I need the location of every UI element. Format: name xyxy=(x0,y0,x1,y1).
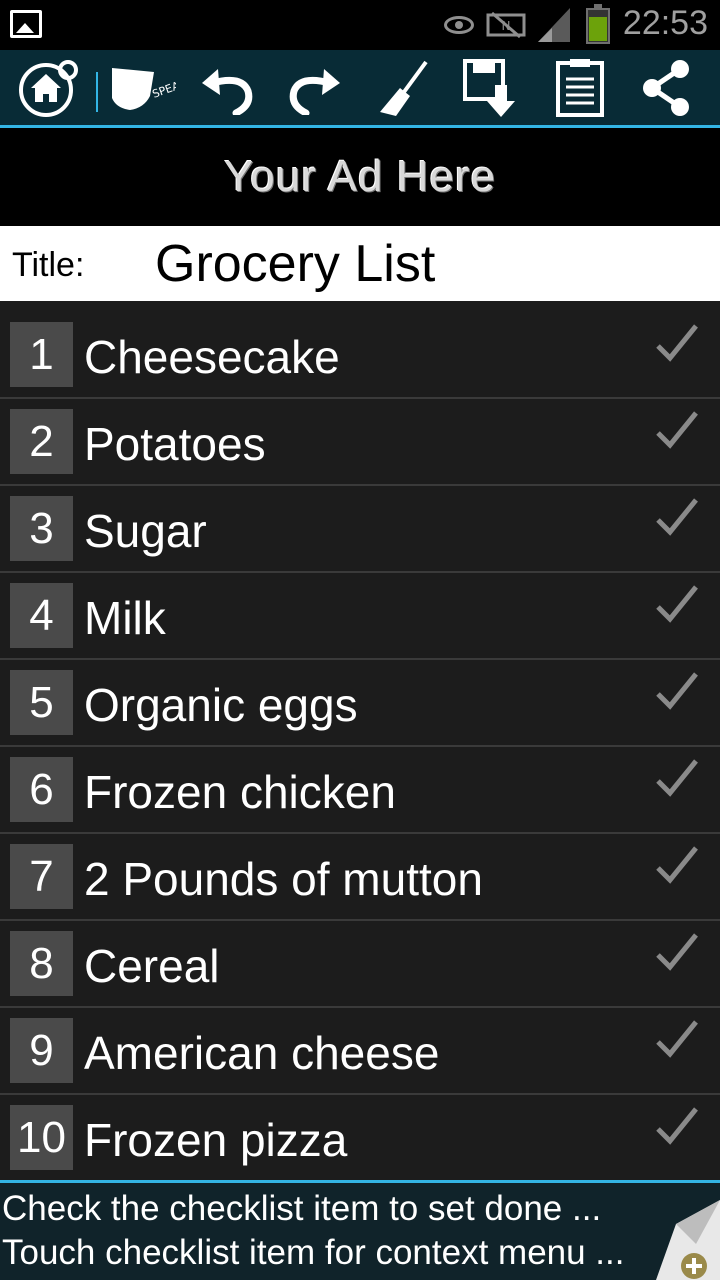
share-icon[interactable] xyxy=(634,56,698,120)
list-item[interactable]: 1 Cheesecake xyxy=(0,312,720,399)
title-label: Title: xyxy=(12,246,85,284)
ad-text: Your Ad Here xyxy=(223,152,497,201)
item-text: Cereal xyxy=(84,940,220,992)
svg-text:N: N xyxy=(502,19,511,33)
item-text: Organic eggs xyxy=(84,679,358,731)
item-text: Potatoes xyxy=(84,418,266,470)
item-number: 5 xyxy=(10,670,73,735)
list-item[interactable]: 2 Potatoes xyxy=(0,399,720,486)
item-text: 2 Pounds of mutton xyxy=(84,853,483,905)
checkmark-icon[interactable] xyxy=(654,842,700,888)
item-number: 4 xyxy=(10,583,73,648)
item-number: 3 xyxy=(10,496,73,561)
checkmark-icon[interactable] xyxy=(654,320,700,366)
list-item[interactable]: 8 Cereal xyxy=(0,921,720,1008)
item-text: Sugar xyxy=(84,505,207,557)
title-row: Title: Grocery List xyxy=(0,226,720,301)
save-icon[interactable] xyxy=(458,56,522,120)
speak-icon[interactable]: SPEAK xyxy=(104,56,176,120)
redo-icon[interactable] xyxy=(282,56,346,120)
checklist: 1 Cheesecake 2 Potatoes 3 Sugar 4 Milk 5… xyxy=(0,312,720,1182)
ad-banner[interactable]: Your Ad Here xyxy=(0,128,720,226)
list-item[interactable]: 3 Sugar xyxy=(0,486,720,573)
add-item-icon[interactable] xyxy=(656,1194,720,1280)
nfc-icon: N xyxy=(486,11,526,39)
clipboard-icon[interactable] xyxy=(548,56,612,120)
status-bar: N 22:53 xyxy=(0,0,720,50)
clock: 22:53 xyxy=(622,4,708,42)
list-item[interactable]: 6 Frozen chicken xyxy=(0,747,720,834)
clear-broom-icon[interactable] xyxy=(372,56,436,120)
item-text: Milk xyxy=(84,592,166,644)
smart-stay-eye-icon xyxy=(444,16,474,34)
item-number: 2 xyxy=(10,409,73,474)
item-number: 10 xyxy=(10,1105,73,1170)
undo-icon[interactable] xyxy=(196,56,260,120)
item-text: American cheese xyxy=(84,1027,440,1079)
hint-line-1: Check the checklist item to set done ... xyxy=(2,1189,602,1228)
list-item[interactable]: 10 Frozen pizza xyxy=(0,1095,720,1182)
checkmark-icon[interactable] xyxy=(654,1016,700,1062)
item-text: Frozen chicken xyxy=(84,766,396,818)
hint-footer: Check the checklist item to set done ...… xyxy=(0,1180,720,1280)
list-item[interactable]: 9 American cheese xyxy=(0,1008,720,1095)
hint-line-2: Touch checklist item for context menu ..… xyxy=(2,1233,625,1272)
toolbar-separator xyxy=(96,72,98,112)
checkmark-icon[interactable] xyxy=(654,1103,700,1149)
checkmark-icon[interactable] xyxy=(654,755,700,801)
gallery-icon xyxy=(10,10,42,38)
item-number: 1 xyxy=(10,322,73,387)
signal-icon xyxy=(538,8,570,42)
item-number: 9 xyxy=(10,1018,73,1083)
checkmark-icon[interactable] xyxy=(654,407,700,453)
checkmark-icon[interactable] xyxy=(654,929,700,975)
item-number: 7 xyxy=(10,844,73,909)
item-number: 8 xyxy=(10,931,73,996)
toolbar: SPEAK xyxy=(0,50,720,128)
item-number: 6 xyxy=(10,757,73,822)
checkmark-icon[interactable] xyxy=(654,668,700,714)
speak-label: SPEAK xyxy=(151,76,176,101)
item-text: Frozen pizza xyxy=(84,1114,348,1166)
item-text: Cheesecake xyxy=(84,331,340,383)
list-item[interactable]: 4 Milk xyxy=(0,573,720,660)
list-item[interactable]: 5 Organic eggs xyxy=(0,660,720,747)
title-field[interactable]: Grocery List xyxy=(155,234,435,294)
checkmark-icon[interactable] xyxy=(654,494,700,540)
battery-icon xyxy=(586,4,610,44)
home-icon[interactable] xyxy=(16,56,80,120)
checkmark-icon[interactable] xyxy=(654,581,700,627)
list-item[interactable]: 7 2 Pounds of mutton xyxy=(0,834,720,921)
